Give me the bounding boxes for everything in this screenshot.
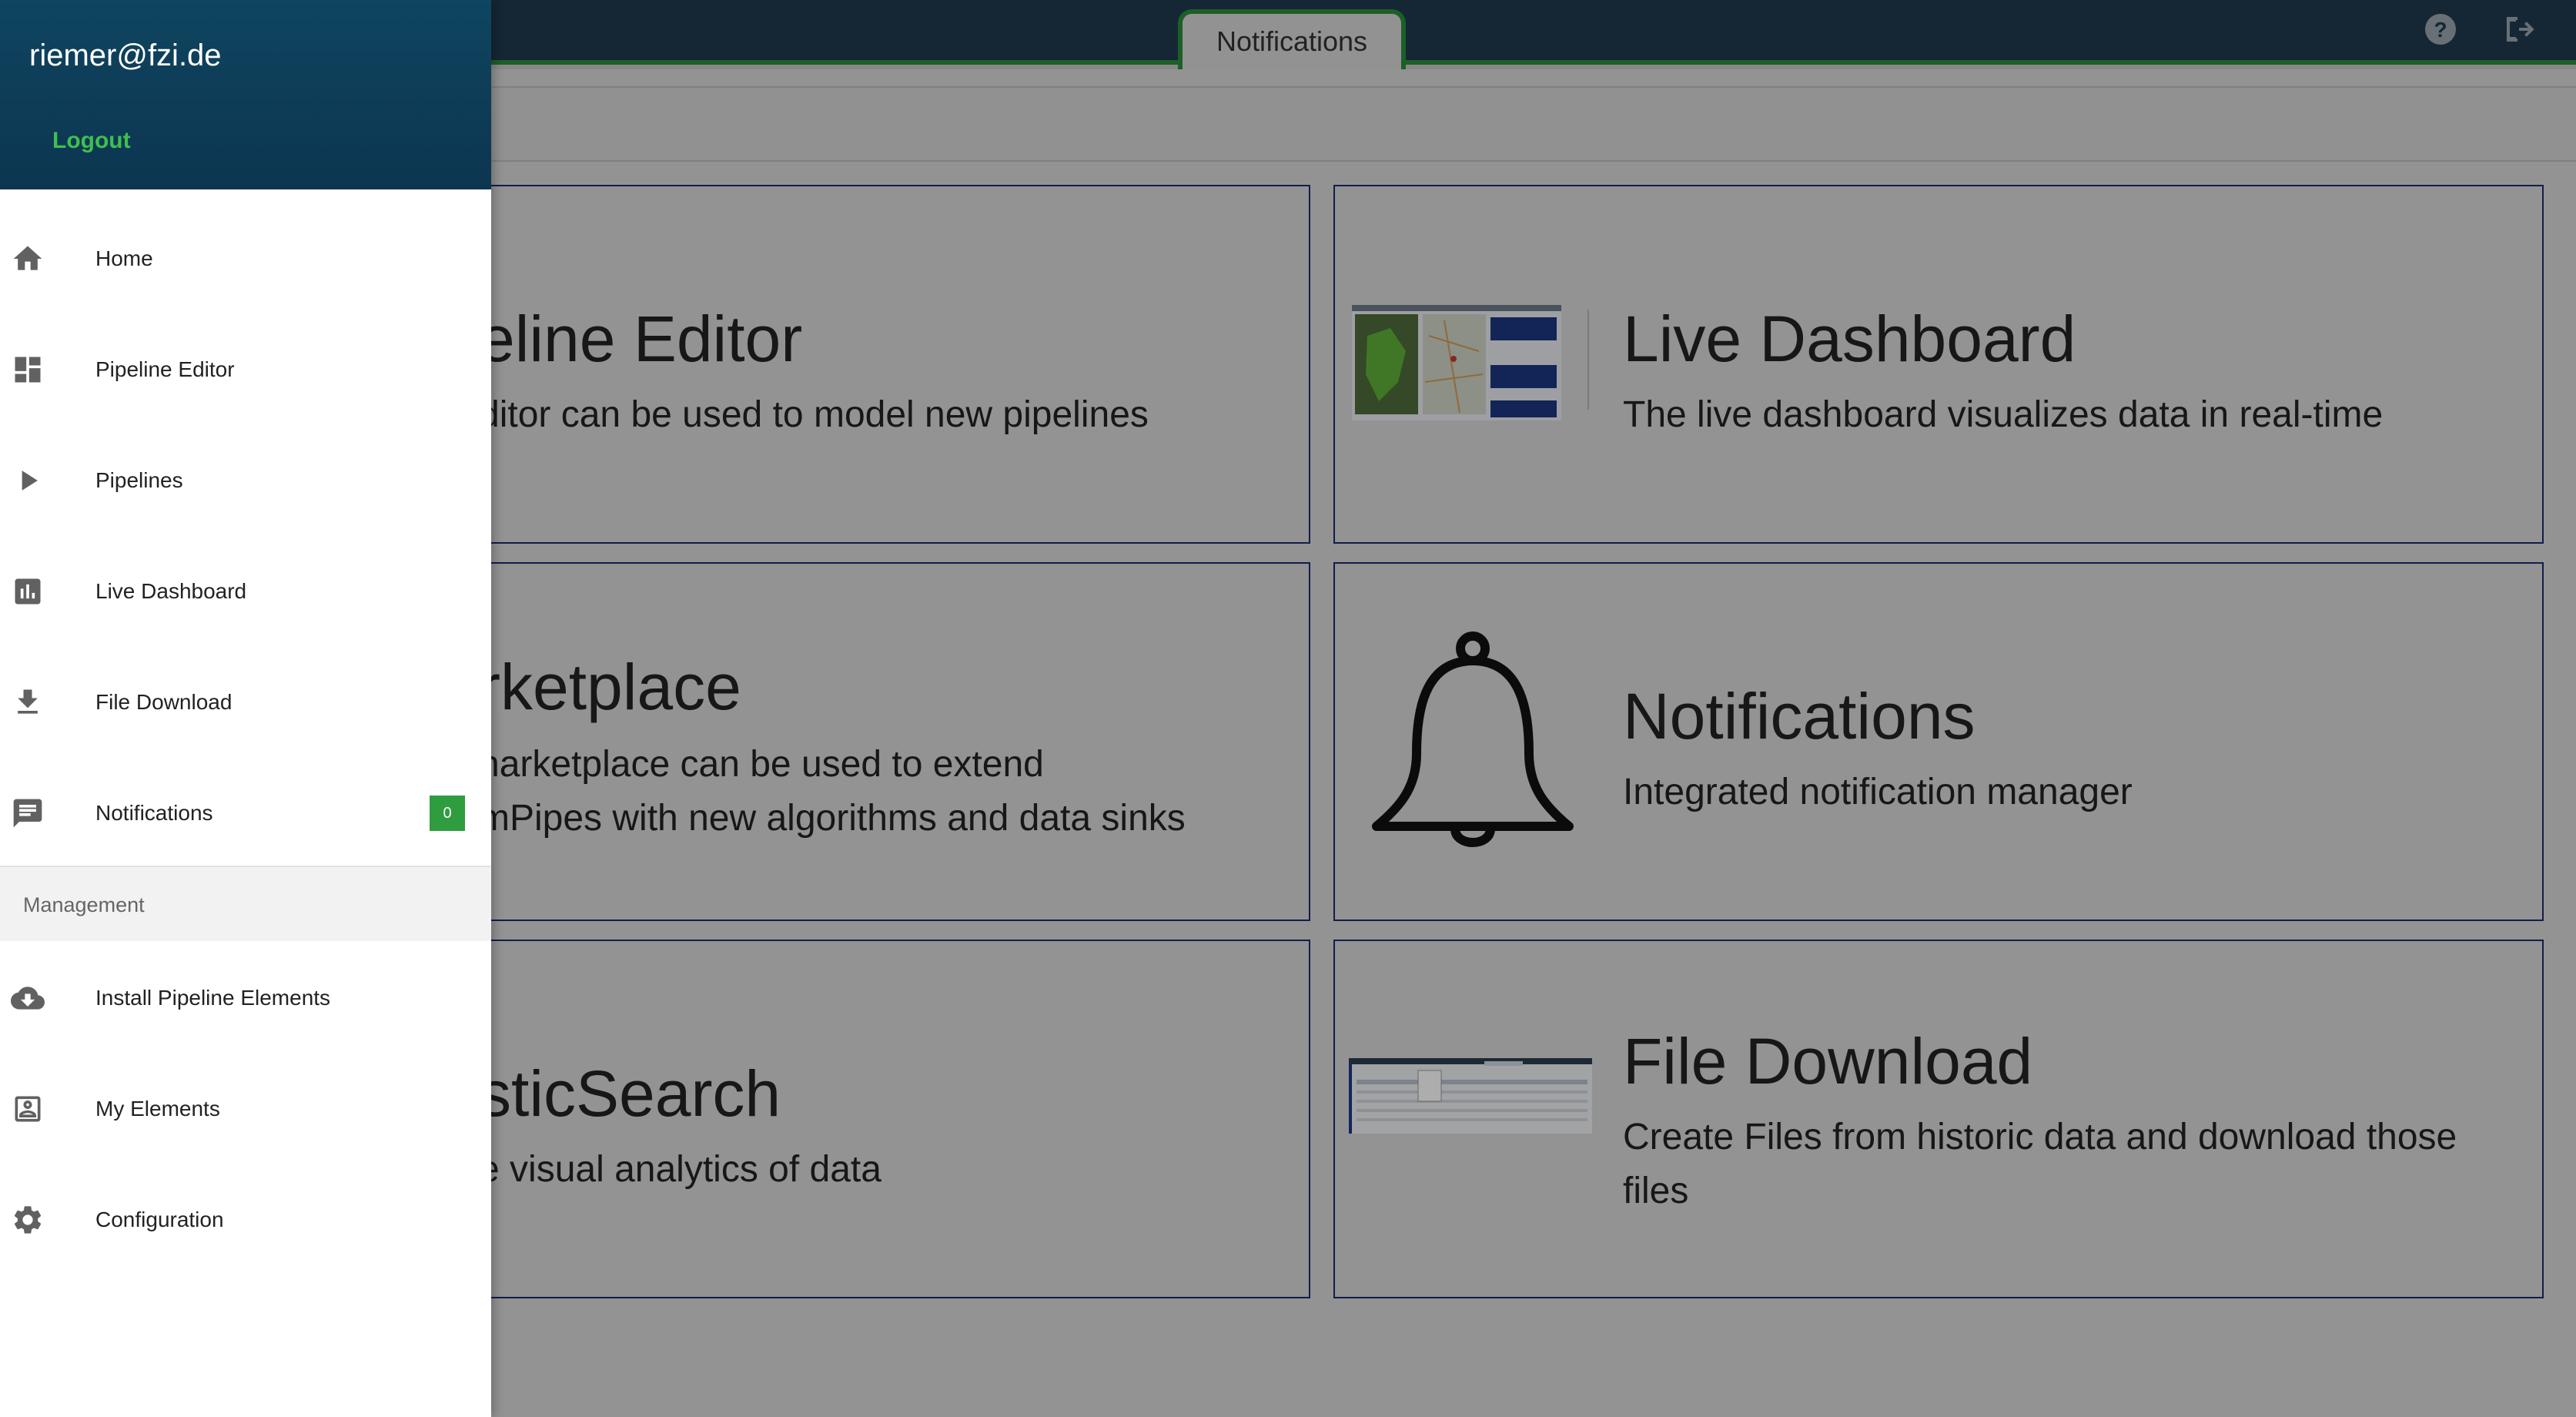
sidebar-item-file-download[interactable]: File Download — [0, 647, 491, 758]
sidebar-item-home[interactable]: Home — [0, 203, 491, 314]
logout-link[interactable]: Logout — [52, 128, 131, 154]
download-icon — [18, 689, 38, 714]
sidebar-item-configuration[interactable]: Configuration — [0, 1164, 491, 1275]
user-email: riemer@fzi.de — [29, 39, 222, 72]
play-icon — [22, 471, 38, 491]
sidebar-item-label: Home — [95, 246, 153, 270]
notification-count-badge: 0 — [430, 796, 465, 831]
cloud-download-icon — [11, 987, 45, 1010]
account-box-icon — [15, 1096, 41, 1122]
sidebar-item-my-elements[interactable]: My Elements — [0, 1054, 491, 1164]
sidebar-item-label: Notifications — [95, 801, 213, 825]
sidebar-item-label: File Download — [95, 690, 233, 714]
sidebar-item-label: Live Dashboard — [95, 579, 247, 603]
sidebar-item-notifications[interactable]: Notifications 0 — [0, 758, 491, 869]
sidebar-section-management: Management — [0, 867, 491, 941]
sidebar-item-label: Configuration — [95, 1208, 224, 1231]
gear-icon — [14, 1206, 42, 1234]
section-label: Management — [23, 893, 145, 916]
sidebar-item-install-pipeline-elements[interactable]: Install Pipeline Elements — [0, 943, 491, 1054]
bar-chart-icon — [15, 578, 41, 605]
sidebar-item-label: My Elements — [95, 1097, 220, 1121]
dashboard-icon — [15, 357, 41, 383]
sidebar-header: riemer@fzi.de Logout — [0, 0, 491, 189]
sidebar: riemer@fzi.de Logout Home Pipeline Edito… — [0, 0, 491, 1417]
sidebar-item-label: Install Pipeline Elements — [95, 986, 331, 1010]
sidebar-item-pipeline-editor[interactable]: Pipeline Editor — [0, 314, 491, 425]
home-icon — [13, 246, 42, 270]
sidebar-item-pipelines[interactable]: Pipelines — [0, 425, 491, 536]
sidebar-item-live-dashboard[interactable]: Live Dashboard — [0, 536, 491, 647]
message-icon — [13, 799, 42, 828]
sidebar-item-label: Pipeline Editor — [95, 357, 235, 381]
sidebar-item-label: Pipelines — [95, 468, 183, 492]
